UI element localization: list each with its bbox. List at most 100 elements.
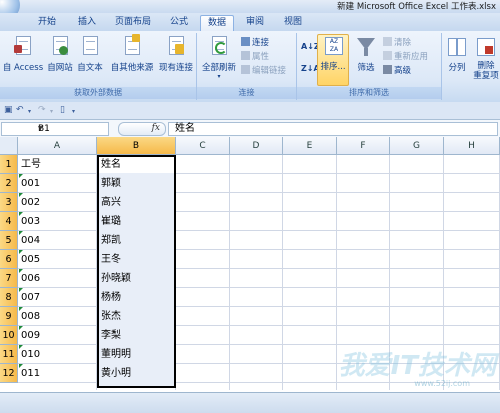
tab-view[interactable]: 视图 [278, 15, 308, 30]
refresh-all-button[interactable]: 全部刷新 ▾ [199, 36, 239, 80]
chevron-down-icon[interactable]: ▼ [38, 123, 106, 135]
cell-a6[interactable]: 005 [21, 250, 40, 269]
cell-a2[interactable]: 001 [21, 174, 40, 193]
from-other-sources-button[interactable]: 自其他来源 [106, 34, 158, 73]
cell-b4[interactable]: 崔璐 [101, 212, 121, 231]
gridline [18, 306, 500, 307]
gridline [229, 155, 230, 390]
error-indicator-icon[interactable] [19, 231, 23, 235]
row-header-9[interactable]: 9 [0, 307, 18, 326]
undo-icon[interactable]: ↶ [16, 105, 24, 115]
row-header-4[interactable]: 4 [0, 212, 18, 231]
row-header-3[interactable]: 3 [0, 193, 18, 212]
existing-connections-button[interactable]: 现有连接 [156, 36, 196, 73]
cell-b5[interactable]: 郑凯 [101, 231, 121, 250]
error-indicator-icon[interactable] [19, 364, 23, 368]
cell-a7[interactable]: 006 [21, 269, 40, 288]
cell-b9[interactable]: 张杰 [101, 307, 121, 326]
error-indicator-icon[interactable] [19, 326, 23, 330]
text-to-columns-button[interactable]: 分列 [444, 36, 470, 73]
column-header-b[interactable]: B [97, 137, 176, 155]
cell-b1[interactable]: 姓名 [101, 155, 121, 174]
remove-duplicates-button[interactable]: 删除 重复项 [472, 36, 500, 81]
error-indicator-icon[interactable] [19, 269, 23, 273]
save-icon[interactable]: ▣ [4, 105, 13, 115]
column-header-d[interactable]: D [230, 137, 283, 155]
clear-button[interactable]: 清除 [383, 37, 411, 49]
cell-b7[interactable]: 孙晓颖 [101, 269, 131, 288]
sheet-tabs-bar [0, 392, 500, 413]
cell-a4[interactable]: 003 [21, 212, 40, 231]
insert-function-icon[interactable]: fx [152, 123, 160, 133]
tab-page-layout[interactable]: 页面布局 [108, 15, 158, 30]
row-header-5[interactable]: 5 [0, 231, 18, 250]
properties-button[interactable]: 属性 [241, 51, 269, 63]
customize-qat-icon[interactable]: ▾ [72, 108, 75, 115]
window-title: 新建 Microsoft Office Excel 工作表.xlsx [337, 2, 496, 12]
error-indicator-icon[interactable] [19, 345, 23, 349]
web-icon [51, 36, 69, 58]
dropdown-arrow-icon: ▾ [217, 73, 221, 80]
reapply-button[interactable]: 重新应用 [383, 51, 428, 63]
cell-a1[interactable]: 工号 [21, 155, 41, 174]
row-header-11[interactable]: 11 [0, 345, 18, 364]
sort-button[interactable]: AZ ZA 排序... [317, 34, 349, 86]
cell-b12[interactable]: 黄小明 [101, 364, 131, 383]
cell-a5[interactable]: 004 [21, 231, 40, 250]
error-indicator-icon[interactable] [19, 174, 23, 178]
cell-a3[interactable]: 002 [21, 193, 40, 212]
tab-insert[interactable]: 插入 [72, 15, 102, 30]
cell-b11[interactable]: 董明明 [101, 345, 131, 364]
row-header-10[interactable]: 10 [0, 326, 18, 345]
column-header-c[interactable]: C [176, 137, 230, 155]
connections-button[interactable]: 连接 [241, 37, 269, 49]
row-header-1[interactable]: 1 [0, 155, 18, 174]
cell-a10[interactable]: 009 [21, 326, 40, 345]
column-header-f[interactable]: F [337, 137, 390, 155]
tab-review[interactable]: 审阅 [240, 15, 270, 30]
edit-links-button[interactable]: 编辑链接 [241, 65, 286, 77]
row-header-6[interactable]: 6 [0, 250, 18, 269]
error-indicator-icon[interactable] [19, 250, 23, 254]
cell-b2[interactable]: 郭颖 [101, 174, 121, 193]
filter-button[interactable]: 筛选 [353, 36, 379, 73]
row-header-8[interactable]: 8 [0, 288, 18, 307]
tab-formulas[interactable]: 公式 [164, 15, 194, 30]
cell-b3[interactable]: 高兴 [101, 193, 121, 212]
formula-input[interactable]: 姓名 [168, 122, 498, 136]
column-header-g[interactable]: G [390, 137, 444, 155]
column-header-e[interactable]: E [283, 137, 337, 155]
cell-a9[interactable]: 008 [21, 307, 40, 326]
new-document-icon[interactable]: ▯ [60, 105, 65, 115]
from-text-button[interactable]: 自文本 [76, 36, 104, 73]
row-header-12[interactable]: 12 [0, 364, 18, 383]
name-box[interactable]: B1 ▼ [1, 122, 109, 136]
row-header-2[interactable]: 2 [0, 174, 18, 193]
cell-b6[interactable]: 王冬 [101, 250, 121, 269]
from-web-button[interactable]: 自网站 [44, 36, 76, 73]
error-indicator-icon[interactable] [19, 288, 23, 292]
title-bar: 新建 Microsoft Office Excel 工作表.xlsx [0, 0, 500, 20]
advanced-button[interactable]: 高级 [383, 65, 411, 77]
error-indicator-icon[interactable] [19, 193, 23, 197]
tab-data[interactable]: 数据 [200, 15, 234, 31]
column-header-a[interactable]: A [18, 137, 97, 155]
from-access-button[interactable]: 自 Access [2, 36, 44, 73]
cell-a12[interactable]: 011 [21, 364, 40, 383]
redo-icon[interactable]: ↷ [38, 105, 46, 115]
select-all-button[interactable] [0, 137, 18, 155]
cell-b10[interactable]: 李梨 [101, 326, 121, 345]
undo-dropdown-icon[interactable]: ▾ [28, 108, 31, 115]
gridline [282, 155, 283, 390]
cell-b8[interactable]: 杨杨 [101, 288, 121, 307]
cell-a8[interactable]: 007 [21, 288, 40, 307]
tab-home[interactable]: 开始 [32, 15, 62, 30]
error-indicator-icon[interactable] [19, 307, 23, 311]
cell-a11[interactable]: 010 [21, 345, 40, 364]
redo-dropdown-icon[interactable]: ▾ [50, 108, 53, 115]
error-indicator-icon[interactable] [19, 212, 23, 216]
gridline [18, 268, 500, 269]
column-header-h[interactable]: H [444, 137, 500, 155]
row-header-7[interactable]: 7 [0, 269, 18, 288]
group-sort-filter: A↓Z Z↓A AZ ZA 排序... 筛选 清除 重新应用 高级 排序和筛选 [297, 33, 442, 100]
